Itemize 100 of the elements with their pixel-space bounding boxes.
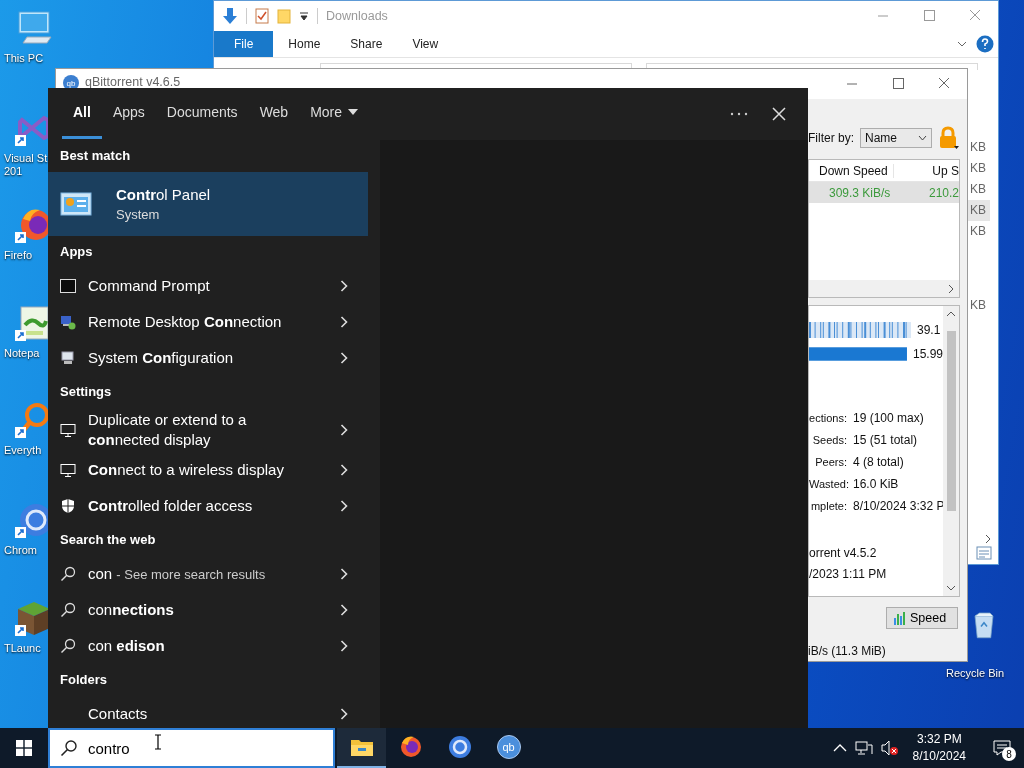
field-label: Seeds: <box>811 433 847 448</box>
column-header[interactable]: Down Speed <box>809 163 895 178</box>
shield-icon <box>60 498 76 514</box>
ribbon-tab[interactable]: Share <box>335 31 398 57</box>
size-cell-text: KB <box>969 181 987 198</box>
chevron-up-icon[interactable] <box>832 743 847 753</box>
notification-badge: 8 <box>1002 747 1016 761</box>
ribbon-tab[interactable]: File <box>214 31 274 57</box>
tab[interactable]: Documents <box>155 88 249 139</box>
field-label: ections: <box>809 411 847 426</box>
field-label: mplete: <box>809 499 847 514</box>
icon-label[interactable]: Recycle Bin <box>946 667 1005 680</box>
scroll-right-icon[interactable] <box>984 534 992 544</box>
size-cell-text: KB <box>969 223 987 240</box>
ribbon-tab[interactable]: View <box>397 31 454 57</box>
section-heading: Apps <box>59 243 94 261</box>
section-heading: Settings <box>59 383 113 401</box>
window-title: Downloads <box>326 9 388 23</box>
console-icon <box>60 278 76 294</box>
browser-icon <box>447 735 472 759</box>
search-icon <box>60 566 76 582</box>
scrollbar[interactable] <box>809 280 959 297</box>
taskbar-app[interactable] <box>337 728 386 768</box>
tab[interactable]: Apps <box>101 88 156 139</box>
search-result[interactable]: con edison <box>48 628 368 664</box>
system-config-icon <box>60 350 76 366</box>
search-input[interactable]: contro <box>88 739 288 757</box>
search-result[interactable]: connections <box>48 592 368 628</box>
field-value: 19 (100 max) <box>853 410 925 427</box>
field-value: 8/10/2024 3:32 P <box>853 498 943 515</box>
search-result[interactable]: Connect to a wireless display <box>48 452 368 488</box>
window-title: qBittorrent v4.6.5 <box>85 75 181 89</box>
volume-muted-icon[interactable] <box>880 740 899 756</box>
network-icon[interactable] <box>854 740 873 756</box>
field-value: 4 (8 total) <box>853 454 905 471</box>
section-heading: Folders <box>59 671 108 689</box>
size-cell-text: KB <box>969 160 987 177</box>
chevron-right-icon[interactable] <box>340 423 348 437</box>
chevron-right-icon[interactable] <box>340 463 348 477</box>
ribbon-tab[interactable]: Home <box>273 31 336 57</box>
chevron-right-icon[interactable] <box>340 499 348 513</box>
scroll-right-icon[interactable] <box>947 283 955 294</box>
field-value: 16.0 KiB <box>853 476 900 493</box>
section-heading: Best match <box>59 147 132 165</box>
tab[interactable]: All <box>62 88 102 139</box>
caret-icon[interactable] <box>299 11 309 21</box>
field-value: 15 (51 total) <box>853 432 919 449</box>
search-result[interactable]: Control Panel System <box>48 172 368 236</box>
scroll-down-icon[interactable] <box>946 584 956 592</box>
checklist-icon[interactable] <box>255 8 269 24</box>
percent-text: 15.99 <box>912 347 943 361</box>
chevron-right-icon[interactable] <box>340 279 348 293</box>
monitor-icon <box>60 422 76 438</box>
notification-icon <box>993 740 1011 756</box>
size-cell-text: KB <box>969 297 987 314</box>
percent-text: 39.1 <box>917 323 941 337</box>
tab[interactable]: Web <box>248 88 300 139</box>
scroll-up-icon[interactable] <box>946 310 956 318</box>
close-icon[interactable] <box>772 107 786 121</box>
browser-icon <box>398 735 423 759</box>
windows-logo-icon <box>16 740 32 756</box>
search-result[interactable]: Controlled folder access <box>48 488 368 524</box>
status-text: iB/s (11.3 MiB) <box>808 643 887 660</box>
search-result[interactable]: Command Prompt <box>48 268 368 304</box>
chevron-right-icon[interactable] <box>340 315 348 329</box>
chevron-right-icon[interactable] <box>340 639 348 653</box>
search-result[interactable]: Duplicate or extend to a connected display <box>48 408 368 452</box>
field-label: Wasted: <box>809 477 847 492</box>
chevron-right-icon[interactable] <box>340 707 348 721</box>
help-icon[interactable] <box>976 35 994 53</box>
more-options-icon[interactable] <box>730 112 748 116</box>
scrollbar[interactable] <box>943 306 959 596</box>
caret-icon <box>348 109 359 115</box>
search-result[interactable]: Contacts <box>48 696 368 728</box>
field-value: /2023 1:11 PM <box>809 566 888 582</box>
text-cursor-icon <box>154 734 162 750</box>
search-icon <box>60 739 78 757</box>
search-result[interactable]: Remote Desktop Connection <box>48 304 368 340</box>
speed-button[interactable]: Speed <box>886 607 958 629</box>
filter-label: Filter by: <box>808 131 854 145</box>
filter-dropdown[interactable]: Name <box>860 128 932 148</box>
notifications-button[interactable]: 8 <box>980 728 1024 768</box>
field-label: Peers: <box>814 455 847 470</box>
search-result[interactable]: System Configuration <box>48 340 368 376</box>
search-icon <box>60 602 76 618</box>
column-header[interactable]: Up S <box>894 163 959 178</box>
field-value: orrent v4.5.2 <box>809 545 878 561</box>
chevron-right-icon[interactable] <box>340 567 348 581</box>
chevron-right-icon[interactable] <box>340 603 348 617</box>
tab[interactable]: More <box>299 88 370 139</box>
size-cell-text: KB <box>969 139 987 156</box>
size-cell: KB <box>967 200 990 221</box>
search-bar[interactable]: contro <box>48 728 335 768</box>
chevron-right-icon[interactable] <box>340 351 348 365</box>
monitor-icon <box>60 462 76 478</box>
bar-chart-icon <box>893 611 907 625</box>
chevron-down-icon <box>918 135 927 141</box>
search-result[interactable]: con - See more search results <box>48 556 368 592</box>
down-arrow-icon[interactable] <box>222 7 238 25</box>
clock[interactable]: 3:32 PM 8/10/2024 <box>906 731 972 765</box>
